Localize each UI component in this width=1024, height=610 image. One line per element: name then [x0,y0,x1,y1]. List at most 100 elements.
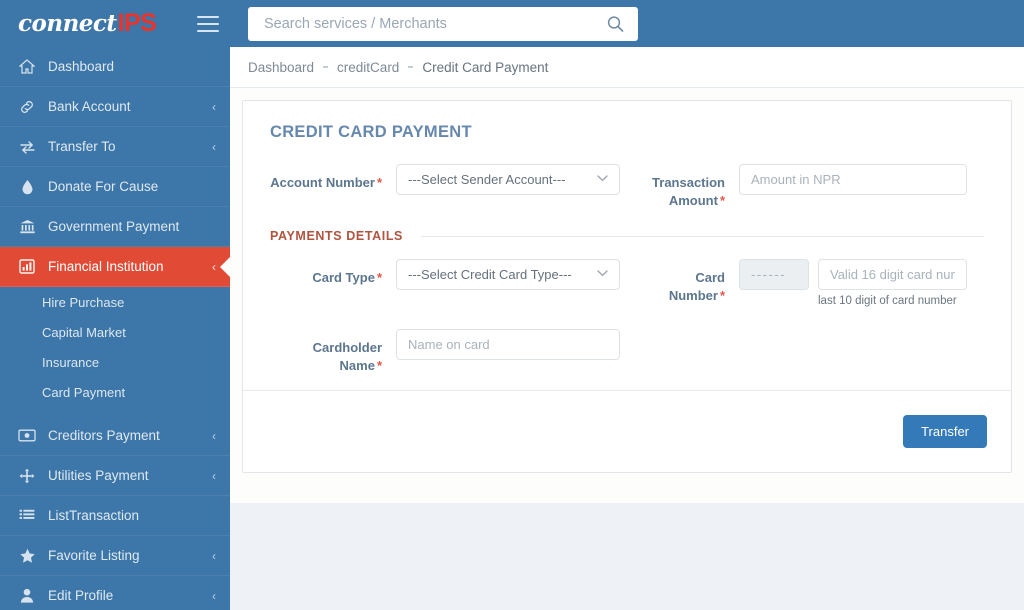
sidebar-subitem-label: Card Payment [42,384,126,400]
sidebar-item-label: Utilities Payment [48,468,149,483]
money-note-icon [16,428,38,444]
star-icon [16,548,38,564]
chevron-left-icon: ‹ [212,588,216,603]
transfer-arrows-icon [16,139,38,155]
breadcrumb-item-dashboard[interactable]: Dashboard [248,60,314,75]
label-text: Cardholder Name [312,340,382,373]
label-text-line2: Amount [668,192,718,208]
sidebar-item-dashboard[interactable]: Dashboard [0,47,230,87]
sidebar-subitem-label: Insurance [42,354,100,370]
field-group-card-number: Card Number* last 10 digit of card numbe… [643,259,984,307]
droplet-icon [16,179,38,195]
transfer-button[interactable]: Transfer [903,415,987,448]
payment-form: Account Number * ---Select Sender Account… [243,142,1011,374]
card-type-select[interactable]: ---Select Credit Card Type--- [396,259,620,291]
user-icon [16,588,38,604]
required-marker: * [376,357,382,373]
sidebar-submenu-financial-institution: Hire Purchase Capital Market Insurance C… [0,287,230,407]
hamburger-icon[interactable] [197,15,219,32]
card-number-input[interactable] [818,259,967,291]
chevron-left-icon: ‹ [212,548,216,563]
sidebar-item-edit-profile[interactable]: Edit Profile ‹ [0,576,230,610]
sidebar-item-utilities-payment[interactable]: Utilities Payment ‹ [0,456,230,496]
account-number-field: ---Select Sender Account--- [396,164,620,195]
brand-name-connect: connect [18,10,117,37]
list-icon [16,508,38,524]
card-number-input-group [739,259,967,291]
sidebar-item-financial-institution[interactable]: Financial Institution ‹ [0,247,230,287]
card-type-selected-value: ---Select Credit Card Type--- [408,267,572,283]
sidebar-item-label: Government Payment [48,219,180,234]
sidebar-item-label: Bank Account [48,99,131,114]
sidebar-nav: Dashboard Bank Account ‹ Transfer To ‹ D… [0,47,230,610]
card-number-field: last 10 digit of card number [739,259,967,307]
breadcrumb: Dashboard creditCard Credit Card Payment [230,47,1024,88]
required-marker: * [376,270,382,286]
account-number-select[interactable]: ---Select Sender Account--- [396,164,620,195]
brand-name-ips: IPS [117,9,157,37]
cardholder-name-field [396,329,620,361]
brand-logo[interactable]: connect IPS [0,0,230,47]
sidebar-item-list-transaction[interactable]: ListTransaction [0,496,230,536]
account-number-label: Account Number * [270,164,382,192]
sidebar-item-label: Favorite Listing [48,548,140,563]
form-row-card: Card Type * ---Select Credit Card Type--- [270,259,984,307]
transaction-amount-field [739,164,967,195]
chevron-down-icon [597,269,608,280]
breadcrumb-item-current: Credit Card Payment [422,59,549,75]
sidebar: connect IPS Dashboard Bank Account ‹ Tra… [0,0,230,610]
sidebar-item-bank-account[interactable]: Bank Account ‹ [0,87,230,127]
required-marker: * [376,175,382,190]
card-type-label: Card Type * [270,259,382,287]
form-row-cardholder: Cardholder Name * [270,329,984,374]
breadcrumb-item-creditcard[interactable]: creditCard [337,60,399,75]
sidebar-subitem-card-payment[interactable]: Card Payment [0,377,230,407]
sidebar-subitem-capital-market[interactable]: Capital Market [0,317,230,347]
sidebar-item-transfer-to[interactable]: Transfer To ‹ [0,127,230,167]
top-header [197,0,1024,47]
move-arrows-icon [16,468,38,484]
search-input[interactable] [248,6,638,41]
chevron-left-icon: ‹ [212,468,216,483]
label-text: Card Type [312,270,375,286]
credit-card-payment-card: CREDIT CARD PAYMENT Account Number * ---S… [242,100,1012,473]
required-marker: * [719,287,725,303]
breadcrumb-separator-icon [408,66,414,68]
card-type-field: ---Select Credit Card Type--- [396,259,620,291]
app-root: connect IPS Dashboard Bank Account ‹ Tra… [0,0,1024,610]
section-heading-text: PAYMENTS DETAILS [270,229,403,244]
sidebar-subitem-label: Capital Market [42,324,126,340]
main-content: Dashboard creditCard Credit Card Payment… [230,47,1024,610]
transaction-amount-label: Transaction Amount * [643,164,725,209]
sidebar-item-label: Creditors Payment [48,428,160,443]
sidebar-item-favorite-listing[interactable]: Favorite Listing ‹ [0,536,230,576]
form-footer: Transfer [243,390,1011,472]
sidebar-subitem-insurance[interactable]: Insurance [0,347,230,377]
field-group-account-number: Account Number * ---Select Sender Account… [270,164,643,195]
sidebar-item-donate-for-cause[interactable]: Donate For Cause [0,167,230,207]
sidebar-subitem-hire-purchase[interactable]: Hire Purchase [0,287,230,317]
bank-icon [16,219,38,235]
breadcrumb-separator-icon [323,66,329,68]
cardholder-name-input[interactable] [396,329,620,361]
label-text: Account Number [270,175,375,190]
cardholder-name-label: Cardholder Name * [270,329,382,374]
sidebar-item-label: Dashboard [48,59,115,74]
sidebar-item-creditors-payment[interactable]: Creditors Payment ‹ [0,416,230,456]
section-divider [421,235,984,237]
sidebar-item-government-payment[interactable]: Government Payment [0,207,230,247]
sidebar-item-label: Edit Profile [48,588,114,603]
page-title: CREDIT CARD PAYMENT [270,123,472,141]
card-number-prefix-input [739,259,809,291]
form-row-account: Account Number * ---Select Sender Account… [270,164,984,209]
search-icon[interactable] [607,15,624,32]
bar-chart-icon [16,259,38,275]
account-number-selected-value: ---Select Sender Account--- [408,172,566,187]
chevron-left-icon: ‹ [212,428,216,443]
card-number-label: Card Number * [643,259,725,304]
link-icon [16,99,38,115]
transaction-amount-input[interactable] [739,164,967,195]
chevron-left-icon: ‹ [212,259,216,274]
label-text-line1: Transaction [652,175,725,190]
label-text: Card Number [668,270,725,303]
